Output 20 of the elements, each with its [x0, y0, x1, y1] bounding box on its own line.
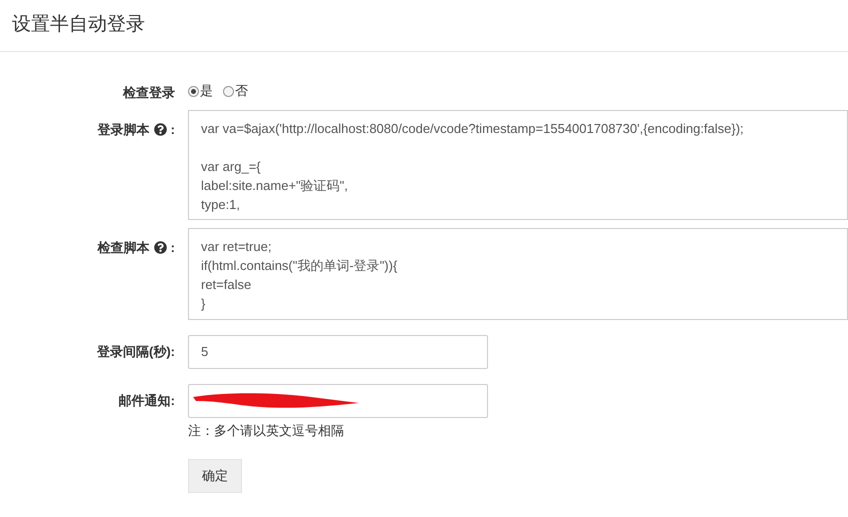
colon: : — [170, 239, 175, 257]
field-label: 检查脚本 — [98, 239, 150, 257]
radio-label: 是 — [200, 82, 213, 100]
input-field[interactable]: 5 — [188, 335, 488, 369]
confirm-button[interactable]: 确定 — [188, 458, 242, 492]
script-field[interactable]: var va=$ajax('http://localhost:8080/code/vcode?timestamp=1554001708730',{encoding:false}); var arg_={ label:site.name+"验证码", type:1, — [188, 110, 848, 220]
radio-label: 否 — [235, 82, 248, 100]
page-title: 设置半自动登录 — [12, 13, 145, 38]
colon: : — [170, 121, 175, 139]
note-text: 注：多个请以英文逗号相隔 — [188, 422, 344, 440]
radio-button[interactable] — [223, 86, 234, 96]
script-field[interactable]: var ret=true; if(html.contains("我的单词-登录")){ ret=false } — [188, 228, 848, 320]
radio-button[interactable] — [188, 86, 199, 96]
field-label: 登录间隔(秒): — [97, 343, 175, 362]
help-icon[interactable] — [154, 241, 167, 254]
input-field[interactable] — [188, 384, 488, 418]
field-label: 登录脚本 — [98, 121, 150, 139]
field-label: 邮件通知: — [118, 392, 175, 410]
field-label: 检查登录 — [123, 84, 175, 102]
help-icon[interactable] — [154, 123, 167, 136]
